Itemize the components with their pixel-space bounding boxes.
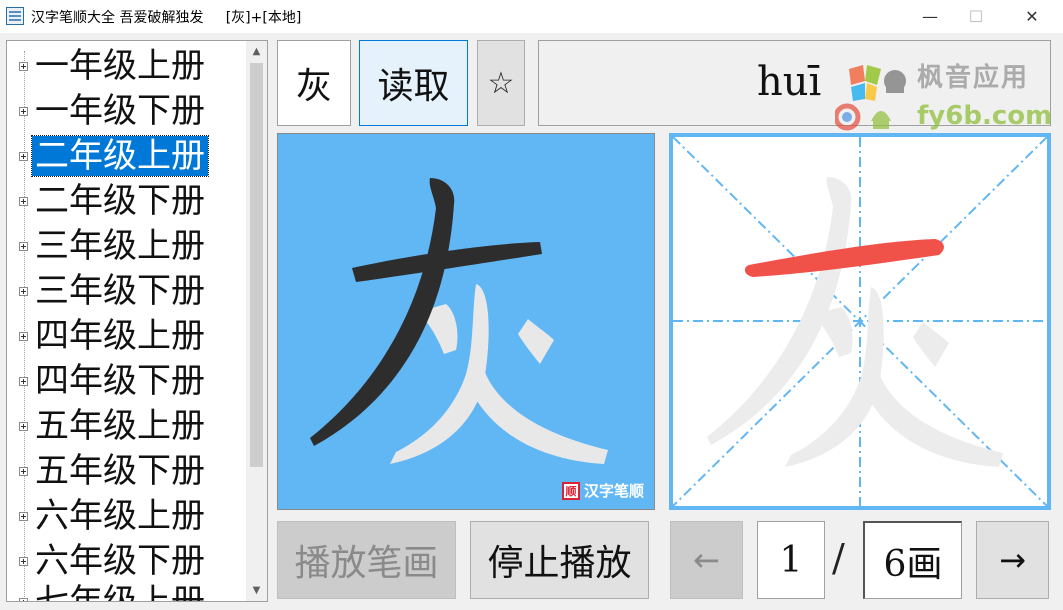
chevron-up-icon: ▲ <box>252 46 261 57</box>
app-icon[interactable] <box>6 7 24 25</box>
tree-item-label: 六年级下册 <box>35 541 205 581</box>
stroke-order-grid <box>669 133 1051 510</box>
tree-item-label: 一年级下册 <box>35 91 205 131</box>
title-bar: 汉字笔顺大全 吾爱破解独发 [灰]+[本地] — ☐ ✕ <box>0 0 1063 33</box>
watermark-url: fy6b.com <box>917 101 1053 131</box>
tree-item-label: 三年级下册 <box>35 271 205 311</box>
scroll-up-button[interactable]: ▲ <box>246 43 267 60</box>
scroll-down-button[interactable]: ▼ <box>246 582 267 599</box>
arrow-right-icon: → <box>999 541 1026 579</box>
maximize-icon: ☐ <box>968 7 984 26</box>
character-input[interactable]: 灰 <box>277 40 351 126</box>
tree-item-label: 二年级上册 <box>31 135 209 177</box>
tian-grid <box>673 137 1047 506</box>
expand-icon[interactable] <box>19 466 28 476</box>
tree-item[interactable]: 四年级下册 <box>19 360 208 402</box>
arrow-left-icon: ← <box>693 541 720 579</box>
tree-item[interactable]: 五年级上册 <box>19 405 208 447</box>
pinyin-display: huī 枫音应用 fy6b.com <box>538 40 1052 131</box>
total-strokes-field: 6画 <box>863 521 962 599</box>
tree-item[interactable]: 六年级下册 <box>19 540 208 582</box>
tree-item[interactable]: 三年级上册 <box>19 225 208 267</box>
expand-icon[interactable] <box>19 511 28 521</box>
read-button[interactable]: 读取 <box>359 40 468 126</box>
current-stroke-field[interactable]: 1 <box>757 521 825 599</box>
star-icon: ☆ <box>487 65 515 101</box>
tree-item-label: 七年级上册 <box>35 582 205 602</box>
tree-item[interactable]: 一年级上册 <box>19 45 208 87</box>
expand-icon[interactable] <box>19 61 28 71</box>
tree-item-label: 一年级上册 <box>35 46 205 86</box>
stroke-separator: / <box>832 536 845 580</box>
play-strokes-button[interactable]: 播放笔画 <box>277 521 456 599</box>
tree-item-label: 二年级下册 <box>35 181 205 221</box>
tree-item[interactable]: 二年级下册 <box>19 180 208 222</box>
tree-item[interactable]: 四年级上册 <box>19 315 208 357</box>
tree-item-label: 五年级上册 <box>35 406 205 446</box>
expand-icon[interactable] <box>19 421 28 431</box>
tree-item-label: 五年级下册 <box>35 451 205 491</box>
expand-icon[interactable] <box>19 106 28 116</box>
minimize-button[interactable]: — <box>907 0 953 33</box>
tree-item[interactable]: 七年级上册 <box>19 581 208 602</box>
chevron-down-icon: ▼ <box>252 585 261 596</box>
expand-icon[interactable] <box>19 376 28 386</box>
scrollbar-thumb[interactable] <box>250 63 263 467</box>
tree-item-label: 三年级上册 <box>35 226 205 266</box>
brand-text: 汉字笔顺 <box>583 482 644 500</box>
expand-icon[interactable] <box>19 196 28 206</box>
watermark-logo-icon <box>835 65 906 131</box>
tree-item[interactable]: 一年级下册 <box>19 90 208 132</box>
pinyin-text: huī <box>757 59 822 105</box>
expand-icon[interactable] <box>19 151 28 161</box>
window-title: 汉字笔顺大全 吾爱破解独发 [灰]+[本地] <box>31 10 302 26</box>
minimize-icon: — <box>922 7 938 26</box>
close-icon: ✕ <box>1025 7 1039 26</box>
grade-tree[interactable]: 一年级上册 一年级下册 二年级上册 二年级下册 三年级上册 三年级下册 四年级上… <box>6 40 268 602</box>
expand-icon[interactable] <box>19 331 28 341</box>
previous-stroke-button[interactable]: ← <box>670 521 743 599</box>
expand-icon[interactable] <box>19 597 28 601</box>
tree-scrollbar[interactable]: ▲ ▼ <box>246 41 267 601</box>
brand-badge: 顺 汉字笔顺 <box>561 480 644 501</box>
expand-icon[interactable] <box>19 241 28 251</box>
watermark-text: 枫音应用 <box>917 63 1030 93</box>
expand-icon[interactable] <box>19 286 28 296</box>
tree-item-label: 六年级上册 <box>35 496 205 536</box>
tree-item-selected[interactable]: 二年级上册 <box>19 135 209 177</box>
tree-item[interactable]: 六年级上册 <box>19 495 208 537</box>
expand-icon[interactable] <box>19 556 28 566</box>
tree-item-label: 四年级下册 <box>35 361 205 401</box>
stroke-animation-panel: 顺 汉字笔顺 <box>277 133 655 510</box>
stop-playback-button[interactable]: 停止播放 <box>470 521 649 599</box>
tree-item[interactable]: 三年级下册 <box>19 270 208 312</box>
character-strokes <box>310 178 608 464</box>
tree-item[interactable]: 五年级下册 <box>19 450 208 492</box>
brand-icon: 顺 <box>561 481 580 500</box>
favorite-button[interactable]: ☆ <box>477 40 525 126</box>
next-stroke-button[interactable]: → <box>976 521 1049 599</box>
tree-item-label: 四年级上册 <box>35 316 205 356</box>
maximize-button[interactable]: ☐ <box>953 0 999 33</box>
close-button[interactable]: ✕ <box>1009 0 1055 33</box>
